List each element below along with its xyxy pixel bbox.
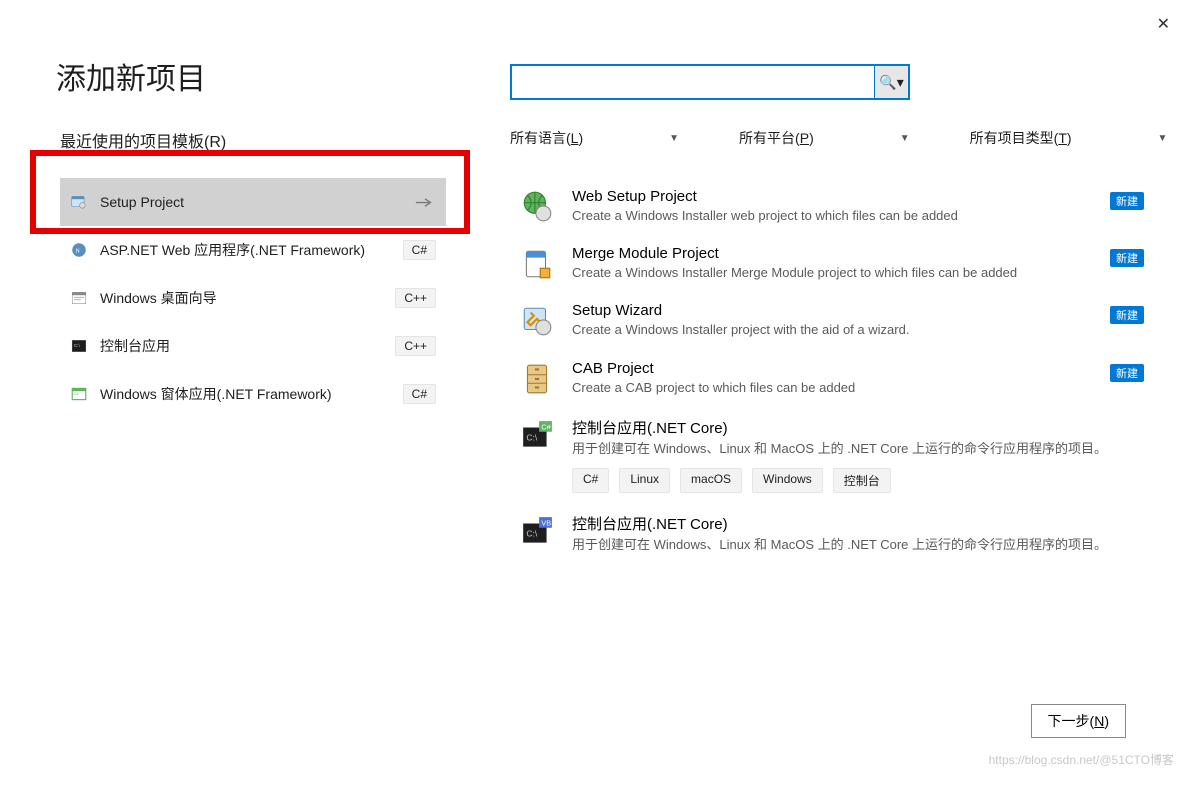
- recent-template-label: Windows 窗体应用(.NET Framework): [100, 384, 391, 404]
- template-icon: [520, 304, 554, 338]
- template-description: 用于创建可在 Windows、Linux 和 MacOS 上的 .NET Cor…: [572, 440, 1120, 458]
- new-badge: 新建: [1110, 364, 1144, 382]
- template-item[interactable]: Web Setup Project Create a Windows Insta…: [520, 188, 1120, 225]
- language-badge: C++: [395, 288, 436, 308]
- svg-text:VB: VB: [541, 519, 551, 528]
- recent-template-item[interactable]: Windows 桌面向导 C++: [60, 274, 446, 322]
- template-tag: Linux: [619, 468, 670, 493]
- template-item[interactable]: C:\C# 控制台应用(.NET Core) 用于创建可在 Windows、Li…: [520, 417, 1120, 493]
- new-badge: 新建: [1110, 192, 1144, 210]
- recent-template-item[interactable]: Setup Project: [60, 178, 446, 226]
- new-badge: 新建: [1110, 306, 1144, 324]
- filter-language[interactable]: 所有语言(L) ▼: [510, 128, 679, 148]
- template-item[interactable]: C:\VB 控制台应用(.NET Core) 用于创建可在 Windows、Li…: [520, 513, 1120, 554]
- template-icon: [70, 289, 88, 307]
- new-badge: 新建: [1110, 249, 1144, 267]
- dialog-title: 添加新项目: [56, 54, 206, 98]
- pin-icon[interactable]: [414, 195, 436, 209]
- watermark-text: https://blog.csdn.net/@51CTO博客: [989, 751, 1174, 768]
- template-description: Create a Windows Installer Merge Module …: [572, 264, 1120, 282]
- recent-templates-list: Setup Project .N ASP.NET Web 应用程序(.NET F…: [60, 178, 446, 418]
- template-title: Merge Module Project: [572, 245, 1120, 262]
- template-tag: C#: [572, 468, 609, 493]
- svg-text:.N: .N: [75, 248, 80, 254]
- recent-template-label: Setup Project: [100, 194, 402, 210]
- language-badge: C#: [403, 240, 436, 260]
- template-title: Web Setup Project: [572, 188, 1120, 205]
- template-icon: [520, 362, 554, 396]
- language-badge: C++: [395, 336, 436, 356]
- chevron-down-icon: ▼: [1158, 133, 1168, 144]
- template-icon: [520, 247, 554, 281]
- filter-platform-label: 所有平台(P): [739, 128, 814, 148]
- filter-project-type-label: 所有项目类型(T): [970, 128, 1072, 148]
- recent-template-item[interactable]: C:\ 控制台应用 C++: [60, 322, 446, 370]
- next-button[interactable]: 下一步(N): [1031, 704, 1126, 738]
- templates-list: Web Setup Project Create a Windows Insta…: [520, 188, 1120, 574]
- template-item[interactable]: Setup Wizard Create a Windows Installer …: [520, 302, 1120, 339]
- recent-template-item[interactable]: .N ASP.NET Web 应用程序(.NET Framework) C#: [60, 226, 446, 274]
- template-description: Create a CAB project to which files can …: [572, 379, 1120, 397]
- filter-project-type[interactable]: 所有项目类型(T) ▼: [970, 128, 1168, 148]
- svg-text:C:\: C:\: [526, 432, 538, 442]
- template-icon: C:\VB: [520, 515, 554, 549]
- template-tag: 控制台: [833, 468, 891, 493]
- template-title: Setup Wizard: [572, 302, 1120, 319]
- template-tags: C# Linux macOS Windows 控制台: [572, 468, 1120, 493]
- filter-platform[interactable]: 所有平台(P) ▼: [739, 128, 910, 148]
- template-description: Create a Windows Installer project with …: [572, 321, 1120, 339]
- template-icon: C:\C#: [520, 419, 554, 453]
- template-title: 控制台应用(.NET Core): [572, 417, 1120, 438]
- template-title: 控制台应用(.NET Core): [572, 513, 1120, 534]
- template-icon: [520, 190, 554, 224]
- template-tag: Windows: [752, 468, 823, 493]
- search-box: 🔍▾: [510, 64, 910, 100]
- filter-language-label: 所有语言(L): [510, 128, 583, 148]
- search-input[interactable]: [510, 64, 874, 100]
- template-icon: .N: [70, 241, 88, 259]
- chevron-down-icon: ▼: [669, 133, 679, 144]
- recent-template-label: ASP.NET Web 应用程序(.NET Framework): [100, 240, 391, 260]
- svg-text:C#: C#: [541, 422, 551, 431]
- recent-template-label: Windows 桌面向导: [100, 288, 383, 308]
- recent-template-item[interactable]: C# Windows 窗体应用(.NET Framework) C#: [60, 370, 446, 418]
- recent-templates-label: 最近使用的项目模板(R): [60, 128, 226, 152]
- template-description: Create a Windows Installer web project t…: [572, 207, 1120, 225]
- template-item[interactable]: Merge Module Project Create a Windows In…: [520, 245, 1120, 282]
- search-button[interactable]: 🔍▾: [874, 64, 910, 100]
- chevron-down-icon: ▼: [900, 133, 910, 144]
- template-icon: [70, 193, 88, 211]
- close-button[interactable]: ✕: [1157, 14, 1170, 34]
- filter-bar: 所有语言(L) ▼ 所有平台(P) ▼ 所有项目类型(T) ▼: [510, 128, 1167, 148]
- recent-template-label: 控制台应用: [100, 336, 383, 356]
- template-item[interactable]: CAB Project Create a CAB project to whic…: [520, 360, 1120, 397]
- template-tag: macOS: [680, 468, 742, 493]
- template-icon: C#: [70, 385, 88, 403]
- template-title: CAB Project: [572, 360, 1120, 377]
- svg-text:C#: C#: [73, 391, 79, 396]
- template-description: 用于创建可在 Windows、Linux 和 MacOS 上的 .NET Cor…: [572, 536, 1120, 554]
- svg-text:C:\: C:\: [74, 343, 81, 348]
- template-icon: C:\: [70, 337, 88, 355]
- svg-text:C:\: C:\: [526, 528, 538, 538]
- language-badge: C#: [403, 384, 436, 404]
